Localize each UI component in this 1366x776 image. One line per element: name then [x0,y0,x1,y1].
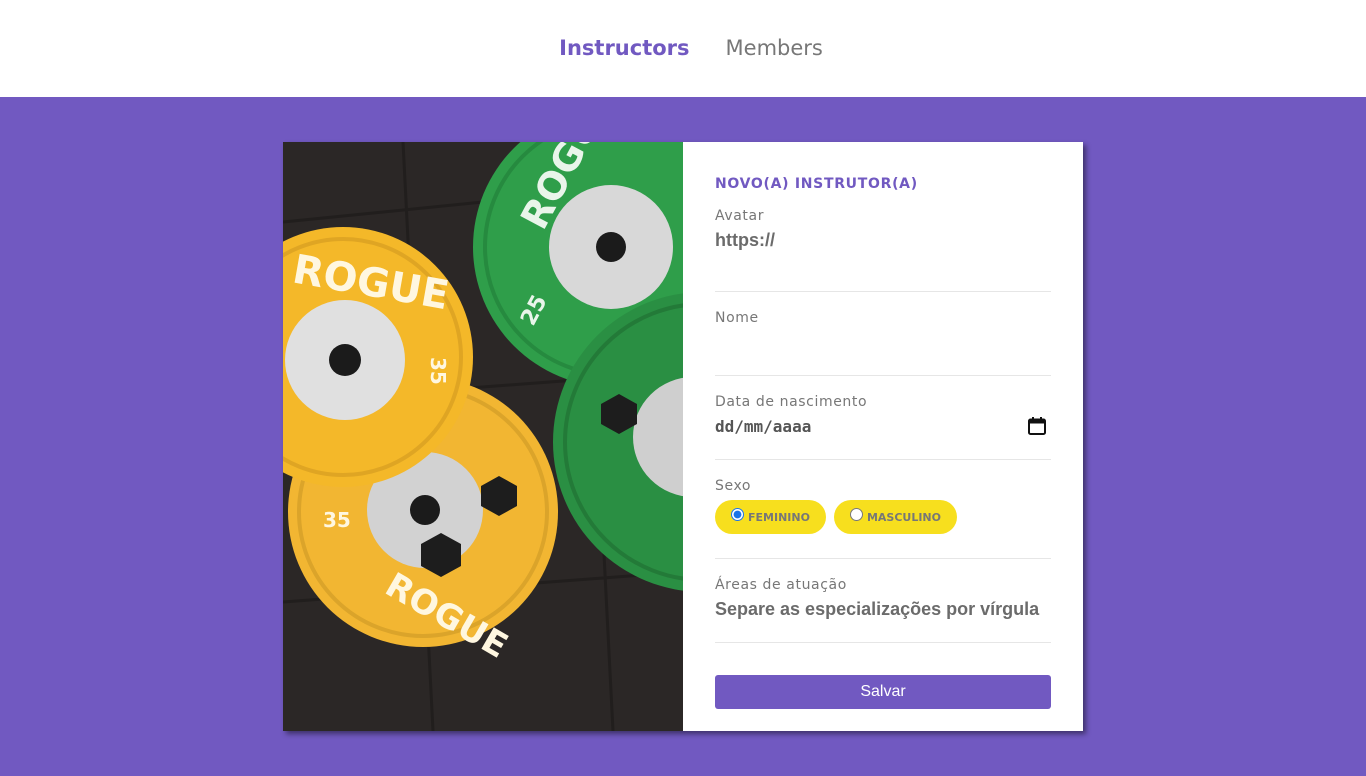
avatar-input[interactable] [715,230,1051,251]
services-label: Áreas de atuação [715,577,847,593]
gender-option-masculino[interactable]: MASCULINO [833,500,957,534]
services-input[interactable] [715,599,1051,620]
gender-options: FEMININO MASCULINO [715,500,1051,534]
plates-illustration: ROGUE 25 35 ROGUE ROGUE 35 [283,142,683,731]
birth-label: Data de nascimento [715,394,868,410]
name-input[interactable] [715,332,1051,353]
form-card: ROGUE 25 35 ROGUE ROGUE 35 NOVO(A) INSTR… [283,142,1083,731]
birth-date-placeholder: dd/mm/aaaa [715,416,812,436]
gender-radio-masculino[interactable] [849,507,863,521]
gender-option-label: FEMININO [748,510,810,524]
top-navigation: Instructors Members [0,0,1366,97]
gender-option-label: MASCULINO [866,510,941,524]
form-title: NOVO(A) INSTRUTOR(A) [715,176,918,192]
nav-link-members[interactable]: Members [726,36,823,60]
name-label: Nome [715,310,759,326]
calendar-icon[interactable] [1027,416,1047,436]
birth-date-input[interactable]: dd/mm/aaaa [715,416,1051,436]
plate-weight-text-lower: 35 [323,508,351,532]
name-field: Nome [715,292,1051,376]
nav-link-instructors[interactable]: Instructors [559,36,689,60]
avatar-field: Avatar [715,208,1051,292]
gender-option-feminino[interactable]: FEMININO [715,500,826,534]
gender-radio-feminino[interactable] [731,507,744,521]
birth-field: Data de nascimento dd/mm/aaaa [715,376,1051,460]
new-instructor-form: NOVO(A) INSTRUTOR(A) Avatar Nome Data de… [683,142,1083,731]
services-field: Áreas de atuação [715,559,1051,643]
plate-weight-text-top: 35 [426,357,450,385]
save-button[interactable]: Salvar [715,675,1051,709]
gym-plates-image: ROGUE 25 35 ROGUE ROGUE 35 [283,142,683,731]
gender-label: Sexo [715,478,752,494]
nav-links: Instructors Members [559,36,823,60]
gender-field: Sexo FEMININO MASCULINO [715,460,1051,559]
avatar-label: Avatar [715,208,765,224]
